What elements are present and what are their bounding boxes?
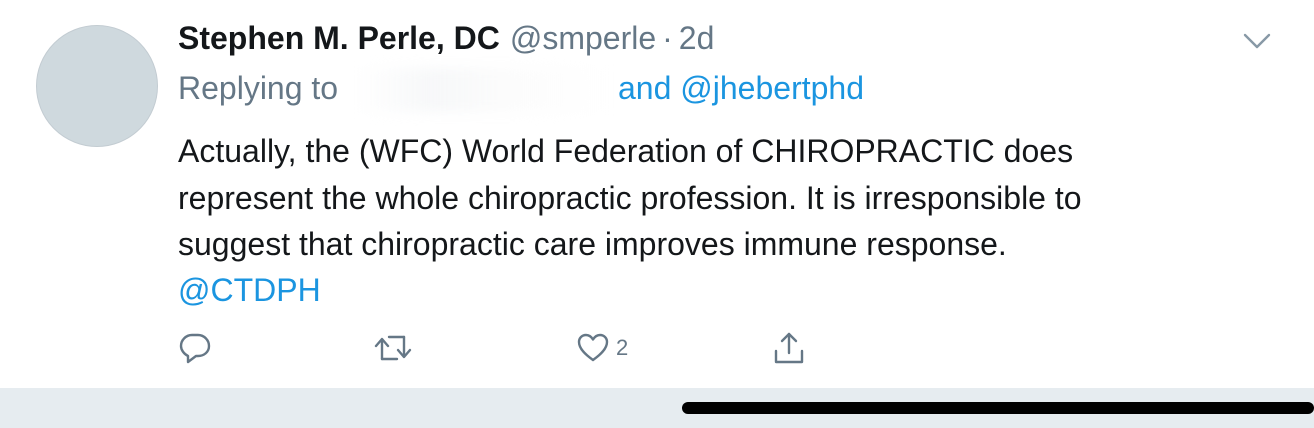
retweet-icon [373,331,413,365]
separator-dot: · [662,20,673,56]
reply-icon [178,331,212,365]
heart-icon [576,331,610,365]
author-handle[interactable]: @smperle [510,20,656,57]
tweet-timestamp[interactable]: 2d [679,20,715,57]
avatar[interactable] [36,25,158,147]
retweet-button[interactable] [373,330,413,366]
like-button[interactable]: 2 [576,330,628,366]
replying-to-label: Replying to [178,70,339,106]
tweet-card[interactable]: Stephen M. Perle, DC @smperle · 2d Reply… [0,0,1314,388]
share-icon [772,331,806,365]
replying-to-handles[interactable]: and @jhebertphd [618,70,864,107]
author-name[interactable]: Stephen M. Perle, DC [178,20,500,57]
tweet-header: Stephen M. Perle, DC @smperle · 2d [178,20,714,62]
share-button[interactable] [772,330,806,366]
tweet-text: Actually, the (WFC) World Federation of … [178,133,1082,262]
like-count: 2 [616,335,629,360]
home-indicator[interactable] [682,402,1314,414]
mention-link[interactable]: @CTDPH [178,267,321,313]
redacted-handles [355,68,610,112]
chevron-down-icon[interactable] [1240,28,1274,54]
reply-button[interactable] [178,330,212,366]
